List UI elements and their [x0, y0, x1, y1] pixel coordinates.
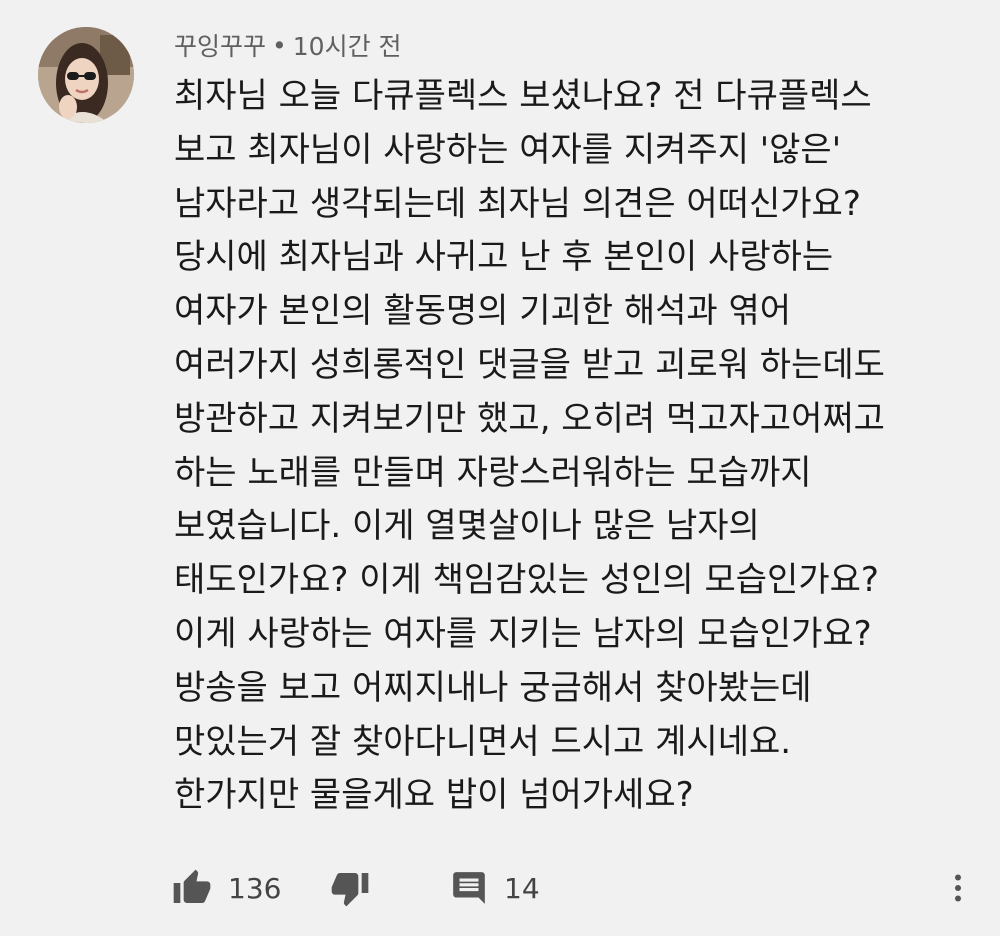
author-name[interactable]: 꾸잉꾸꾸 [174, 27, 266, 63]
comment-meta: 꾸잉꾸꾸 • 10시간 전 [174, 27, 402, 63]
comment-actions: 136 14 [0, 860, 1000, 916]
reply-button[interactable]: 14 [450, 860, 540, 916]
thumbs-up-icon [173, 869, 211, 903]
more-vert-icon [955, 874, 961, 902]
thumbs-down-icon [331, 873, 369, 907]
like-button[interactable]: 136 [172, 860, 281, 916]
comment-text: 최자님 오늘 다큐플렉스 보셨나요? 전 다큐플렉스 보고 최자님이 사랑하는 … [174, 76, 885, 816]
avatar-photo-icon [38, 27, 134, 123]
dislike-button[interactable] [330, 860, 370, 916]
more-options-button[interactable] [940, 860, 976, 916]
comment-timestamp[interactable]: 10시간 전 [293, 27, 402, 63]
comment-card: 꾸잉꾸꾸 • 10시간 전 최자님 오늘 다큐플렉스 보셨나요? 전 다큐플렉스… [0, 0, 1000, 936]
meta-separator: • [272, 30, 287, 60]
like-count: 136 [228, 871, 282, 905]
reply-count: 14 [504, 871, 540, 905]
comment-icon [453, 872, 485, 904]
user-avatar[interactable] [38, 27, 134, 123]
